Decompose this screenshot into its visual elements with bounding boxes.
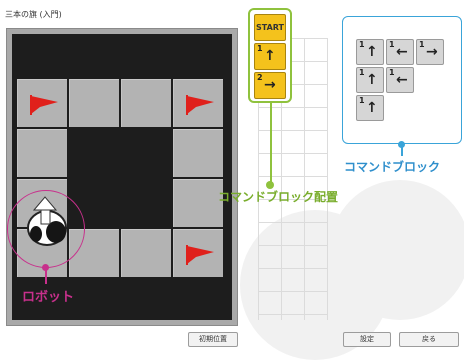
- step-count: 2: [257, 73, 263, 82]
- step-count: 1: [257, 44, 263, 53]
- board-tile: [173, 179, 223, 227]
- arrow-right-icon: →: [264, 77, 276, 93]
- command-block-forward[interactable]: 1 ↑: [356, 67, 384, 93]
- step-count: 1: [359, 40, 365, 49]
- red-flag-icon: [186, 245, 214, 265]
- board-tile: [69, 79, 119, 127]
- board-tile: [17, 79, 67, 127]
- sequence-block[interactable]: 1 ↑: [254, 43, 286, 70]
- arrow-left-icon: ←: [396, 44, 408, 60]
- start-block: START: [254, 14, 286, 41]
- sequence-block[interactable]: 2 →: [254, 72, 286, 99]
- command-block-label: コマンドブロック: [344, 160, 441, 174]
- arrow-up-icon: ↑: [366, 44, 378, 60]
- command-block-turn-left[interactable]: 1 ←: [386, 67, 414, 93]
- board-tile: [173, 129, 223, 177]
- command-sequence[interactable]: START 1 ↑ 2 →: [248, 8, 292, 103]
- board-tile: [121, 229, 171, 277]
- arrow-right-icon: →: [426, 44, 438, 60]
- red-flag-icon: [186, 95, 214, 115]
- back-button[interactable]: 戻る: [399, 332, 459, 347]
- board-tile: [173, 79, 223, 127]
- board-tile: [173, 229, 223, 277]
- red-flag-icon: [30, 95, 58, 115]
- reset-position-button[interactable]: 初期位置: [188, 332, 238, 347]
- command-block-turn-left[interactable]: 1 ←: [386, 39, 414, 65]
- board-tile: [121, 79, 171, 127]
- board-tile: [17, 129, 67, 177]
- step-count: 1: [419, 40, 425, 49]
- step-count: 1: [359, 96, 365, 105]
- arrow-left-icon: ←: [396, 72, 408, 88]
- callout-line: [270, 103, 272, 185]
- command-block-forward[interactable]: 1 ↑: [356, 95, 384, 121]
- robot-callout-circle: [7, 190, 85, 268]
- step-count: 1: [359, 68, 365, 77]
- callout-dot: [42, 264, 49, 271]
- callout-line: [401, 144, 403, 156]
- command-palette: 1 ↑ 1 ← 1 → 1 ↑ 1 ← 1 ↑: [342, 16, 462, 144]
- settings-button[interactable]: 設定: [343, 332, 391, 347]
- command-block-forward[interactable]: 1 ↑: [356, 39, 384, 65]
- command-placement-label: コマンドブロック配置: [218, 190, 339, 204]
- step-count: 1: [389, 40, 395, 49]
- game-board: [6, 28, 238, 326]
- background-watermark: [330, 180, 464, 320]
- arrow-up-icon: ↑: [366, 100, 378, 116]
- command-block-turn-right[interactable]: 1 →: [416, 39, 444, 65]
- robot-label: ロボット: [22, 290, 75, 305]
- step-count: 1: [389, 68, 395, 77]
- arrow-up-icon: ↑: [264, 48, 276, 64]
- page-title: 三本の旗 (入門): [5, 10, 62, 19]
- arrow-up-icon: ↑: [366, 72, 378, 88]
